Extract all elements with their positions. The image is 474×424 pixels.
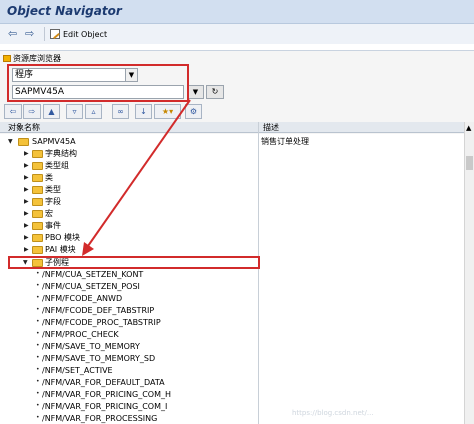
folder-label: 事件 bbox=[45, 221, 61, 230]
folder-label: 字段 bbox=[45, 197, 61, 206]
tree-column-header: 对象名称 描述 bbox=[0, 122, 464, 133]
collapsed-icon[interactable]: ▶ bbox=[24, 208, 29, 220]
folder-label: PBO 模块 bbox=[45, 233, 81, 242]
edit-object-icon bbox=[50, 29, 60, 39]
bullet-icon: • bbox=[36, 318, 40, 325]
folder-label: 类型 bbox=[45, 185, 61, 194]
window-title: Object Navigator bbox=[7, 4, 122, 18]
edit-object-label: Edit Object bbox=[63, 29, 108, 39]
subroutine-label: /NFM/CUA_SETZEN_POSI bbox=[42, 282, 140, 291]
collapsed-icon[interactable]: ▶ bbox=[24, 172, 29, 184]
folder-icon bbox=[32, 174, 43, 182]
edit-object-button[interactable]: Edit Object bbox=[50, 28, 107, 40]
subroutine-label: /NFM/FCODE_PROC_TABSTRIP bbox=[42, 318, 161, 327]
bullet-icon: • bbox=[36, 378, 40, 385]
forward-icon[interactable]: ⇨ bbox=[23, 104, 41, 119]
collapsed-icon[interactable]: ▶ bbox=[24, 184, 29, 196]
repository-icon bbox=[3, 55, 11, 62]
collapsed-icon[interactable]: ▶ bbox=[24, 196, 29, 208]
object-tree: ▼ SAPMV45A 销售订单处理 ▶ 字典结构 ▶ 类型组 ▶ 类 ▶ 类型 ▶ 字段 … bbox=[0, 134, 464, 424]
subroutine-label: /NFM/SAVE_TO_MEMORY bbox=[42, 342, 140, 351]
folder-icon bbox=[32, 186, 43, 194]
folder-label: 类型组 bbox=[45, 161, 69, 170]
tree-root-row[interactable]: ▼ SAPMV45A 销售订单处理 bbox=[0, 136, 464, 148]
bullet-icon: • bbox=[36, 402, 40, 409]
bullet-icon: • bbox=[36, 414, 40, 421]
subroutine-label: /NFM/VAR_FOR_DEFAULT_DATA bbox=[42, 378, 165, 387]
folder-icon bbox=[32, 210, 43, 218]
subroutine-label: /NFM/VAR_FOR_PRICING_COM_H bbox=[42, 390, 171, 399]
panel-header: 资源库浏览器 bbox=[3, 53, 61, 64]
expanded-icon[interactable]: ▼ bbox=[8, 136, 13, 148]
panel-header-label: 资源库浏览器 bbox=[13, 54, 61, 63]
up-icon[interactable]: ▲ bbox=[43, 104, 60, 119]
highlight-box-subroutines bbox=[8, 256, 260, 269]
bullet-icon: • bbox=[36, 390, 40, 397]
search-dropdown-button[interactable]: ▼ bbox=[187, 85, 204, 99]
collapsed-icon[interactable]: ▶ bbox=[24, 148, 29, 160]
subroutine-label: /NFM/FCODE_DEF_TABSTRIP bbox=[42, 306, 155, 315]
bullet-icon: • bbox=[36, 342, 40, 349]
folder-icon bbox=[32, 222, 43, 230]
folder-icon bbox=[18, 138, 29, 146]
scrollbar-thumb[interactable] bbox=[466, 156, 473, 170]
bullet-icon: • bbox=[36, 354, 40, 361]
folder-label: 宏 bbox=[45, 209, 53, 218]
refresh-icon[interactable]: ↓ bbox=[135, 104, 152, 119]
bullet-icon: • bbox=[36, 330, 40, 337]
right-arrow-icon[interactable]: ⇨ bbox=[25, 28, 34, 39]
toolbar-separator bbox=[44, 27, 45, 41]
settings-icon[interactable]: ⚙ bbox=[185, 104, 202, 119]
application-toolbar: ⇦ ⇨ Edit Object bbox=[0, 24, 474, 44]
bullet-icon: • bbox=[36, 306, 40, 313]
bullet-icon: • bbox=[36, 270, 40, 277]
title-bar: Object Navigator bbox=[0, 0, 474, 24]
bullet-icon: • bbox=[36, 282, 40, 289]
bullet-icon: • bbox=[36, 294, 40, 301]
tree-root-desc: 销售订单处理 bbox=[261, 137, 309, 146]
subroutine-label: /NFM/VAR_FOR_PROCESSING bbox=[42, 414, 158, 423]
column-name-header[interactable]: 对象名称 bbox=[8, 122, 40, 133]
subroutine-label: /NFM/PROC_CHECK bbox=[42, 330, 119, 339]
left-arrow-icon[interactable]: ⇦ bbox=[8, 28, 17, 39]
highlight-box-search bbox=[7, 64, 189, 102]
collapsed-icon[interactable]: ▶ bbox=[24, 244, 29, 256]
scroll-up-icon[interactable]: ▲ bbox=[466, 124, 471, 132]
folder-icon bbox=[32, 246, 43, 254]
column-divider[interactable] bbox=[258, 122, 259, 424]
collapsed-icon[interactable]: ▶ bbox=[24, 220, 29, 232]
folder-icon bbox=[32, 198, 43, 206]
collapsed-icon[interactable]: ▶ bbox=[24, 160, 29, 172]
collapse-icon[interactable]: ▵ bbox=[85, 104, 102, 119]
favorites-icon[interactable]: ★▾ bbox=[154, 104, 181, 119]
collapsed-icon[interactable]: ▶ bbox=[24, 232, 29, 244]
folder-icon bbox=[32, 162, 43, 170]
watermark: https://blog.csdn.net/... bbox=[292, 409, 374, 417]
tree-root-label: SAPMV45A bbox=[32, 137, 76, 146]
folder-icon bbox=[32, 150, 43, 158]
display-button[interactable]: ↻ bbox=[206, 85, 224, 99]
folder-label: PAI 模块 bbox=[45, 245, 76, 254]
subroutine-label: /NFM/FCODE_ANWD bbox=[42, 294, 123, 303]
column-desc-header[interactable]: 描述 bbox=[263, 122, 279, 133]
expand-icon[interactable]: ▿ bbox=[66, 104, 83, 119]
subroutine-label: /NFM/VAR_FOR_PRICING_COM_I bbox=[42, 402, 168, 411]
bullet-icon: • bbox=[36, 366, 40, 373]
find-icon[interactable]: ∞ bbox=[112, 104, 129, 119]
subroutine-label: /NFM/CUA_SETZEN_KONT bbox=[42, 270, 144, 279]
folder-label: 字典结构 bbox=[45, 149, 77, 158]
folder-label: 类 bbox=[45, 173, 53, 182]
subroutine-label: /NFM/SAVE_TO_MEMORY_SD bbox=[42, 354, 156, 363]
folder-icon bbox=[32, 234, 43, 242]
subroutine-label: /NFM/SET_ACTIVE bbox=[42, 366, 113, 375]
back-icon[interactable]: ⇦ bbox=[4, 104, 22, 119]
vertical-scrollbar[interactable]: ▲ bbox=[464, 122, 474, 424]
